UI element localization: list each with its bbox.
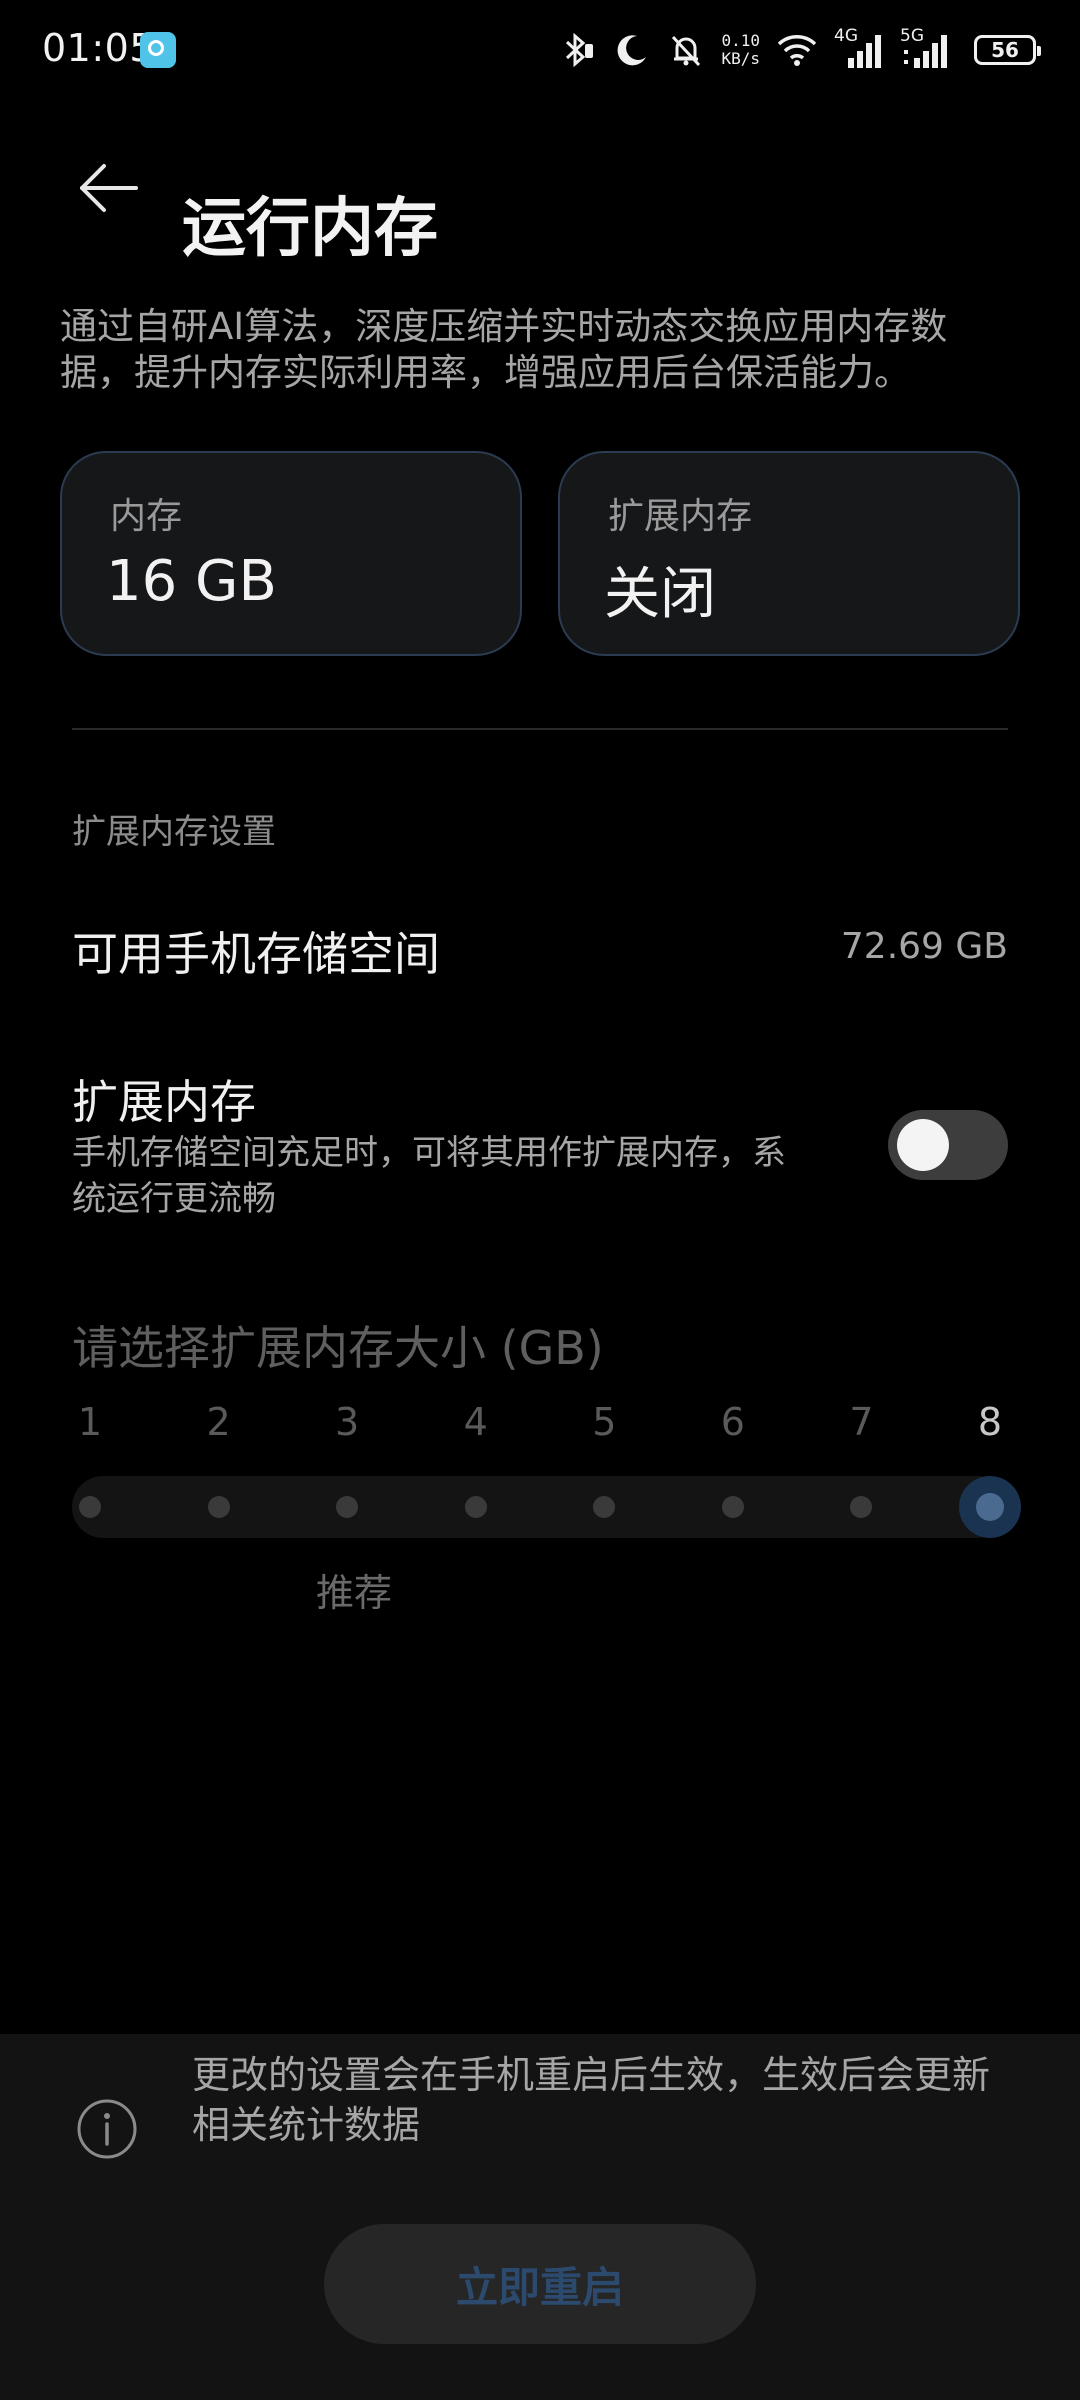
slider-step-dot[interactable] (79, 1496, 101, 1518)
slider-step-dot[interactable] (721, 1496, 744, 1518)
bottom-panel: 更改的设置会在手机重启后生效，生效后会更新相关统计数据 立即重启 (0, 2034, 1080, 2400)
recommend-label: 推荐 (316, 1571, 393, 1615)
slider-tick-label: 8 (977, 1400, 1003, 1444)
slider-tick-labels: 1 2 3 4 5 6 7 8 (72, 1400, 1008, 1450)
storage-value: 72.69 GB (840, 926, 1008, 967)
slider-tick-label: 3 (335, 1400, 360, 1444)
app-notification-icon (140, 32, 176, 68)
slider-step-dot[interactable] (850, 1496, 873, 1518)
status-bar: 01:05 0.10 KB/s 4G 5G 56 (0, 0, 1080, 100)
extended-memory-card-value: 关闭 (604, 562, 716, 627)
slider-tick-label: 2 (206, 1400, 231, 1444)
memory-card-label: 内存 (110, 496, 183, 537)
battery-level: 56 (991, 38, 1019, 62)
slider-thumb[interactable] (959, 1476, 1021, 1538)
extended-memory-description: 手机存储空间充足时，可将其用作扩展内存，系统运行更流畅 (72, 1133, 786, 1219)
slider-tick-label: 6 (720, 1400, 745, 1444)
section-header: 扩展内存设置 (72, 812, 276, 852)
status-icons: 0.10 KB/s 4G 5G 56 (557, 22, 1041, 78)
toggle-knob (897, 1119, 949, 1171)
network-speed: 0.10 KB/s (721, 32, 760, 68)
moon-icon (618, 35, 647, 66)
slider-step-dot[interactable] (464, 1496, 487, 1518)
storage-label: 可用手机存储空间 (72, 927, 440, 981)
info-icon (77, 2099, 137, 2159)
extended-memory-label: 扩展内存 (72, 1075, 256, 1129)
slider-step-dot[interactable] (593, 1496, 616, 1518)
page-title: 运行内存 (182, 192, 438, 266)
slider-title: 请选择扩展内存大小 (GB) (72, 1321, 604, 1375)
signal-4g: 4G (834, 26, 884, 70)
extended-memory-toggle[interactable] (888, 1110, 1008, 1180)
page-description: 通过自研AI算法，深度压缩并实时动态交换应用内存数据，提升内存实际利用率，增强应… (60, 305, 948, 394)
slider-tick-label: 7 (849, 1400, 874, 1444)
restart-note: 更改的设置会在手机重启后生效，生效后会更新相关统计数据 (192, 2053, 991, 2147)
restart-now-button[interactable]: 立即重启 (324, 2224, 756, 2344)
slider-step-dot[interactable] (336, 1496, 359, 1518)
battery-icon: 56 (974, 35, 1041, 65)
memory-card: 内存 16 GB (60, 451, 522, 656)
extended-memory-card: 扩展内存 关闭 (558, 451, 1020, 656)
slider-tick-label: 4 (463, 1400, 488, 1444)
status-time: 01:05 (42, 26, 155, 70)
slider-step-dot[interactable] (207, 1496, 230, 1518)
divider (72, 728, 1008, 730)
slider-tick-label: 1 (77, 1400, 103, 1444)
extended-memory-card-label: 扩展内存 (608, 496, 753, 537)
wifi-icon (777, 35, 817, 66)
signal-bars-icon (904, 35, 947, 68)
bluetooth-icon (566, 32, 594, 68)
signal-5g: 5G (900, 26, 958, 70)
signal-bars-icon (848, 35, 881, 68)
memory-card-value: 16 GB (106, 549, 277, 614)
back-arrow-icon[interactable] (76, 160, 140, 216)
memory-size-slider[interactable] (72, 1476, 1021, 1538)
network-speed-unit: KB/s (721, 49, 760, 68)
slider-tick-label: 5 (592, 1400, 617, 1444)
bell-muted-icon (672, 35, 701, 67)
network-speed-value: 0.10 (721, 31, 760, 50)
